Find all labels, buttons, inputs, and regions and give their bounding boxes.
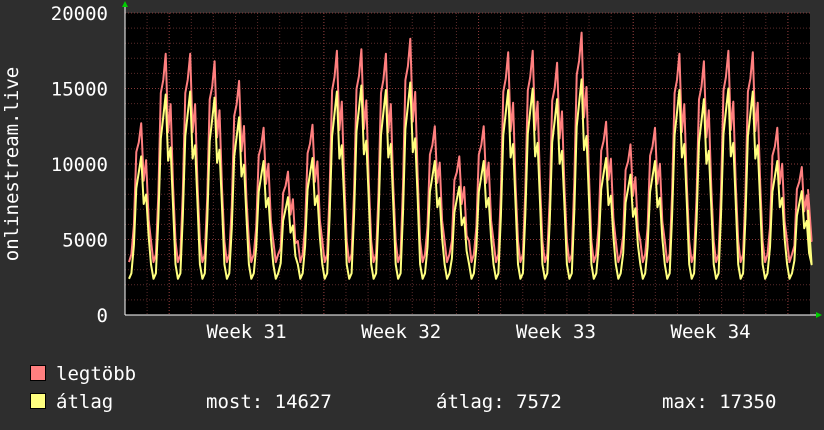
y-tick-labels: 0 5000 10000 15000 20000 bbox=[51, 3, 108, 327]
stat-most: most: 14627 bbox=[206, 391, 332, 413]
legend-item-atlag: átlag bbox=[30, 390, 113, 414]
legend-swatch-atlag bbox=[30, 393, 46, 409]
y-tick-label: 5000 bbox=[62, 230, 108, 252]
stat-max: max: 17350 bbox=[662, 391, 777, 413]
stat-atlag: átlag: 7572 bbox=[436, 391, 562, 413]
legend-label-atlag: átlag bbox=[56, 391, 114, 413]
y-axis-label: onlinestream.live bbox=[1, 67, 23, 261]
y-axis-arrow-icon bbox=[122, 1, 128, 7]
legend-item-legtobb: legtöbb bbox=[30, 362, 136, 386]
legend-label-legtobb: legtöbb bbox=[56, 363, 137, 385]
chart: 05000100001500020000 Week 31 Week 32 Week … bbox=[1, 1, 822, 343]
legend-swatch-legtobb bbox=[30, 365, 46, 381]
x-tick-label: Week 31 bbox=[206, 321, 286, 343]
y-tick-label: 20000 bbox=[51, 3, 108, 25]
y-tick-label: 10000 bbox=[51, 154, 108, 176]
y-tick-label: 0 bbox=[97, 305, 108, 327]
x-axis-arrow-icon bbox=[816, 312, 822, 318]
x-tick-labels: Week 31 Week 32 Week 33 Week 34 bbox=[206, 321, 750, 343]
x-tick-label: Week 32 bbox=[361, 321, 441, 343]
y-tick-label: 15000 bbox=[51, 79, 108, 101]
x-tick-label: Week 34 bbox=[671, 321, 751, 343]
x-tick-label: Week 33 bbox=[516, 321, 596, 343]
